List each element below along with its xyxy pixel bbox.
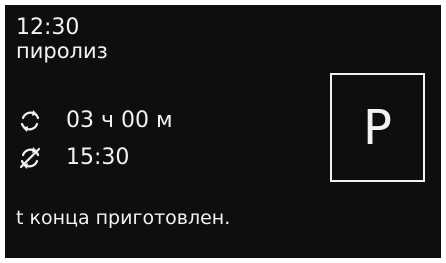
end-time-row[interactable]: 15:30 [18,143,129,173]
mode-symbol: P [363,99,392,156]
cycle-arrows-icon [20,110,40,132]
cycle-arrows-crossed-icon [19,147,41,169]
pyrolysis-mode-indicator[interactable]: P [330,73,425,182]
duration-value: 03 ч 00 м [66,108,173,133]
oven-display-screen: 12:30 пиролиз 03 ч 00 м 15:30 t конца пр… [5,5,441,258]
end-time-value: 15:30 [66,145,130,170]
status-message: t конца приготовлен. [16,207,231,229]
program-name: пиролиз [16,39,108,63]
duration-row[interactable]: 03 ч 00 м [18,106,173,136]
